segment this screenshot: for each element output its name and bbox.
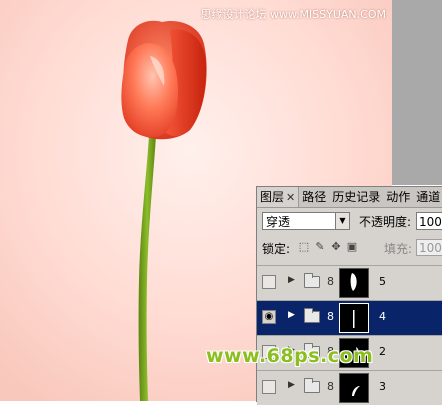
lock-transparent-pixels-icon[interactable]: ⬚	[298, 241, 310, 253]
fill-label: 填充:	[384, 242, 413, 256]
layer-name: 5	[379, 275, 386, 288]
tab-actions[interactable]: 动作	[383, 187, 413, 207]
lock-image-pixels-icon[interactable]: ✎	[314, 241, 326, 253]
opacity-label: 不透明度:	[359, 215, 412, 229]
folder-icon	[304, 378, 320, 393]
expand-triangle-icon[interactable]: ▶	[288, 275, 295, 285]
layer-mask-thumbnail[interactable]	[339, 373, 369, 403]
visibility-toggle[interactable]: ◉	[262, 310, 276, 324]
tab-layers[interactable]: 图层 ✕	[257, 187, 300, 207]
watermark-logo-text: www.68ps.com	[206, 345, 374, 367]
fill-field[interactable]: 100%	[416, 239, 442, 256]
blend-opacity-row: 穿透 ▼ 不透明度: 100%	[262, 212, 442, 232]
opacity-field[interactable]: 100%	[416, 212, 442, 230]
layer-name: 2	[379, 345, 386, 358]
expand-triangle-icon[interactable]: ▶	[288, 380, 295, 390]
lock-all-icon[interactable]: ▣	[346, 241, 358, 253]
link-icon[interactable]: 8	[327, 275, 334, 288]
folder-icon	[304, 273, 320, 288]
layer-row[interactable]: ▶ 8 5	[257, 265, 442, 300]
layer-row[interactable]: ▶ 8 3	[257, 370, 442, 405]
expand-triangle-icon[interactable]: ▶	[288, 310, 295, 320]
visibility-toggle[interactable]	[262, 380, 276, 394]
layer-mask-thumbnail[interactable]	[339, 303, 369, 333]
close-icon[interactable]: ✕	[286, 191, 295, 204]
layer-name: 4	[379, 310, 386, 323]
lock-fill-row: 锁定: ⬚ ✎ ✥ ▣ 填充: 100%	[262, 239, 442, 257]
watermark-text: 思缘设计论坛 www.MISSYUAN.COM	[200, 8, 386, 21]
workspace-background	[392, 0, 442, 185]
tab-paths[interactable]: 路径	[299, 187, 329, 207]
layer-name: 3	[379, 380, 386, 393]
layers-panel: 图层✕ 路径 历史记录 动作 通道 穿透 ▼ 不透明度: 100% 锁定: ⬚ …	[256, 186, 442, 405]
layer-mask-thumbnail[interactable]	[339, 268, 369, 298]
link-icon[interactable]: 8	[327, 310, 334, 323]
link-icon[interactable]: 8	[327, 380, 334, 393]
folder-icon	[304, 308, 320, 323]
tulip-front-petal	[121, 43, 178, 138]
panel-tabs: 图层 ✕ 路径 历史记录 动作 通道	[257, 187, 442, 208]
tab-channels[interactable]: 通道	[413, 187, 442, 207]
blend-mode-select[interactable]: 穿透 ▼	[262, 212, 350, 230]
lock-position-icon[interactable]: ✥	[330, 241, 342, 253]
chevron-down-icon[interactable]: ▼	[335, 213, 349, 229]
tab-history[interactable]: 历史记录	[329, 187, 383, 207]
layer-row[interactable]: ◉ ▶ 8 4	[257, 300, 442, 335]
eye-icon: ◉	[264, 311, 274, 322]
lock-label: 锁定:	[262, 242, 291, 256]
layers-list: ▶ 8 5 ◉ ▶ 8 4 ▶ 8 2 ▶ 8 3	[257, 265, 442, 405]
tulip-stem	[138, 136, 156, 401]
visibility-toggle[interactable]	[262, 275, 276, 289]
